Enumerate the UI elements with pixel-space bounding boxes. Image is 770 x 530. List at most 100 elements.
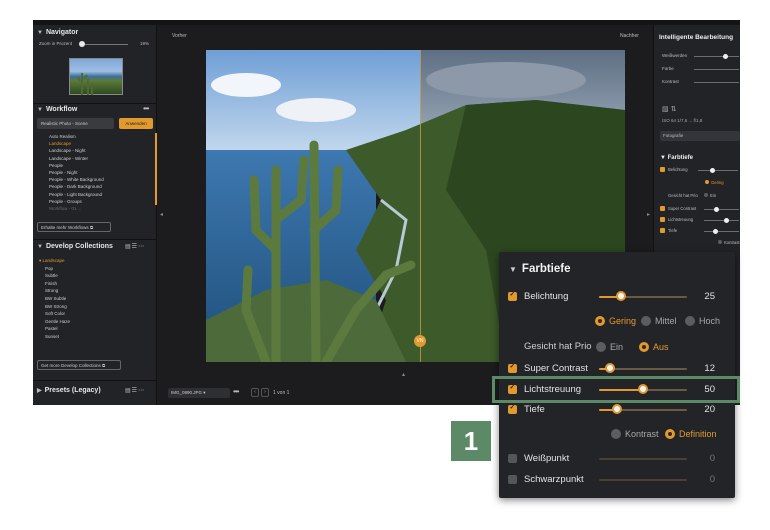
- mittel-radio[interactable]: [641, 316, 651, 326]
- split-line[interactable]: [420, 50, 421, 362]
- collection-item[interactable]: Pastel: [45, 325, 70, 333]
- small-slider-knob[interactable]: [713, 229, 718, 234]
- collection-item[interactable]: Pop: [45, 265, 70, 273]
- collection-item[interactable]: Subtle: [45, 272, 70, 280]
- small-slider[interactable]: [698, 170, 738, 171]
- collapse-triangle-icon: ▼: [660, 155, 666, 161]
- adjust-slider-knob[interactable]: [723, 54, 728, 59]
- schwarzpunkt-slider[interactable]: [599, 479, 687, 481]
- small-slider-knob[interactable]: [724, 218, 729, 223]
- kontrast-radio[interactable]: [611, 429, 621, 439]
- radio-on[interactable]: [705, 180, 709, 184]
- gering-radio[interactable]: [595, 316, 605, 326]
- small-slider[interactable]: [704, 209, 739, 210]
- grid-view-icon[interactable]: ▤: [125, 388, 132, 394]
- collection-item[interactable]: BW Subtle: [45, 295, 70, 303]
- collections-header[interactable]: ▼ Develop Collections: [37, 243, 113, 250]
- more-icon[interactable]: •••: [143, 104, 149, 113]
- schwarzpunkt-checkbox[interactable]: [508, 475, 517, 484]
- workflow-item[interactable]: Auto Realism: [49, 133, 104, 140]
- zoom-slider-knob[interactable]: [79, 41, 85, 47]
- aus-label: Aus: [653, 342, 669, 352]
- small-slider[interactable]: [704, 231, 739, 232]
- prev-page-button[interactable]: ‹: [251, 388, 259, 397]
- workflow-select[interactable]: Realistic Photo - Scene: [37, 118, 114, 129]
- super-contrast-checkbox[interactable]: [508, 362, 517, 373]
- split-handle[interactable]: VN: [414, 335, 426, 347]
- collection-item[interactable]: ▾ Landscape: [39, 257, 70, 265]
- small-label: Ein: [710, 193, 717, 198]
- weisspunkt-slider[interactable]: [599, 458, 687, 460]
- definition-label: Definition: [679, 429, 717, 439]
- collection-item[interactable]: Soft Color: [45, 310, 70, 318]
- checkbox[interactable]: [660, 206, 665, 211]
- adjust-slider[interactable]: [694, 69, 739, 70]
- zoom-slider[interactable]: [80, 44, 128, 45]
- belichtung-checkbox[interactable]: [508, 290, 517, 301]
- workflow-item[interactable]: People - Night: [49, 169, 104, 176]
- collection-item[interactable]: Finish: [45, 280, 70, 288]
- ein-radio[interactable]: [596, 342, 606, 352]
- workflow-item[interactable]: People - White Background: [49, 176, 104, 183]
- profile-select[interactable]: Fotografie: [660, 131, 740, 141]
- collection-item[interactable]: Strong: [45, 287, 70, 295]
- checkbox[interactable]: [660, 228, 665, 233]
- workflow-item[interactable]: Landscape: [49, 140, 104, 147]
- super-contrast-knob[interactable]: [604, 363, 615, 373]
- workflow-scrollbar[interactable]: [155, 133, 157, 205]
- workflow-item[interactable]: Landscape - Winter: [49, 155, 104, 162]
- navigator-thumbnail[interactable]: [69, 58, 123, 95]
- adjust-slider[interactable]: [694, 56, 739, 57]
- collection-item[interactable]: Gentle Haze: [45, 318, 70, 326]
- workflow-item[interactable]: Workflow - 01 ...: [49, 205, 104, 212]
- farbtiefe-section-title[interactable]: ▼ Farbtiefe: [660, 155, 693, 161]
- grid-view-icon[interactable]: ▤: [125, 244, 132, 250]
- next-page-button[interactable]: ›: [261, 388, 269, 397]
- checkbox[interactable]: [660, 217, 665, 222]
- definition-radio[interactable]: [665, 429, 675, 439]
- more-collections-link[interactable]: Get more Develop Collections ⧉: [37, 360, 121, 370]
- aus-radio[interactable]: [639, 342, 649, 352]
- navigator-header[interactable]: ▼ Navigator: [37, 29, 78, 36]
- workflow-item[interactable]: People - Dark Background: [49, 183, 104, 190]
- super-contrast-value: 12: [704, 363, 715, 374]
- small-slider-knob[interactable]: [714, 207, 719, 212]
- divider: [33, 239, 157, 240]
- more-icon[interactable]: •••: [233, 387, 239, 396]
- radio-off[interactable]: [704, 193, 708, 197]
- small-slider[interactable]: [704, 220, 739, 221]
- more-icon[interactable]: ⋯: [138, 244, 145, 250]
- apply-button[interactable]: Anwenden: [119, 118, 153, 129]
- divider: [33, 103, 157, 104]
- belichtung-slider-knob[interactable]: [616, 291, 626, 301]
- workflow-item[interactable]: People - Light Background: [49, 191, 104, 198]
- more-workflows-link[interactable]: Erhalte mehr Workflows ⧉: [37, 222, 111, 232]
- farbtiefe-header[interactable]: ▼ Farbtiefe: [509, 263, 571, 275]
- gering-label: Gering: [609, 316, 637, 326]
- hoch-radio[interactable]: [685, 316, 695, 326]
- filename-text: IMG_0890.JPG: [171, 390, 203, 395]
- collapse-right-icon[interactable]: ▸: [647, 211, 650, 218]
- small-slider-knob[interactable]: [710, 168, 715, 173]
- collection-item[interactable]: Sunset: [45, 333, 70, 341]
- presets-view-icons[interactable]: ▤☰⋯: [125, 387, 145, 394]
- filename-select[interactable]: IMG_0890.JPG ▾: [168, 388, 230, 398]
- presets-header[interactable]: ▶ Presets (Legacy): [37, 387, 101, 394]
- workflow-item[interactable]: People - Groups: [49, 198, 104, 205]
- weisspunkt-checkbox[interactable]: [508, 454, 517, 463]
- zoom-label: Zoom in Prozent: [39, 41, 73, 46]
- more-icon[interactable]: ⋯: [138, 388, 145, 394]
- workflow-item[interactable]: Landscape - Night: [49, 147, 104, 154]
- expand-filmstrip-icon[interactable]: ▴: [402, 371, 405, 378]
- workflow-header[interactable]: ▼ Workflow: [37, 106, 77, 113]
- tiefe-knob[interactable]: [611, 404, 622, 414]
- collection-item[interactable]: BW Strong: [45, 303, 70, 311]
- adjust-slider[interactable]: [694, 82, 739, 83]
- view-toggle-icons[interactable]: ▤☰⋯: [125, 243, 145, 250]
- radio-off[interactable]: [718, 240, 722, 244]
- kontrast-label: Kontrast: [625, 429, 659, 439]
- tiefe-checkbox[interactable]: [508, 403, 517, 414]
- collapse-left-icon[interactable]: ◂: [160, 211, 163, 218]
- checkbox[interactable]: [660, 167, 665, 172]
- workflow-item[interactable]: People: [49, 162, 104, 169]
